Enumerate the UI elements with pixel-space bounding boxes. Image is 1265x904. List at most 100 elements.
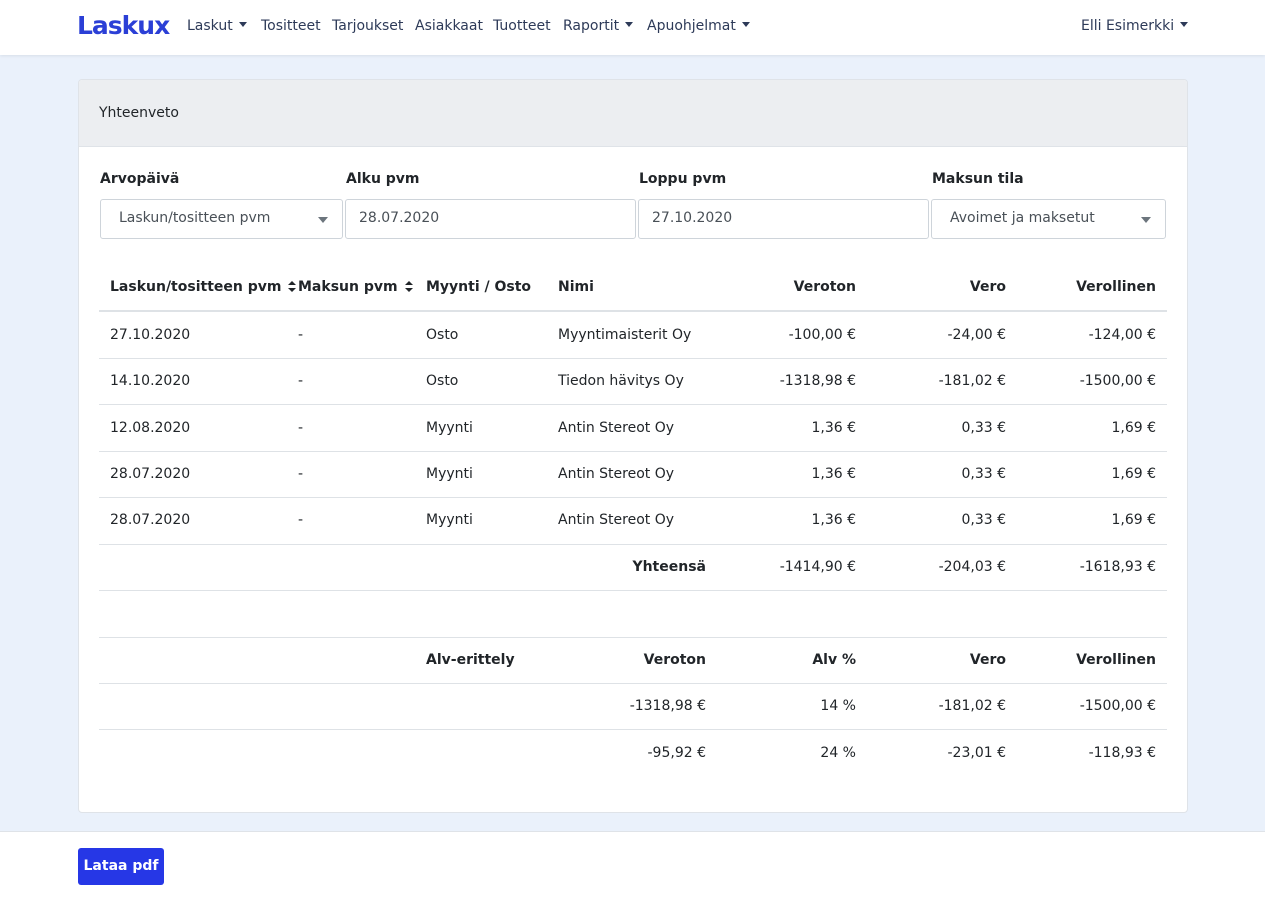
cell-paid: - [298,512,304,528]
card-title: Yhteenveto [99,105,179,121]
cell-type: Myynti [426,420,473,436]
vat-rate: 24 % [820,745,856,761]
row-divider [99,590,1167,591]
nav-tositteet[interactable]: Tositteet [261,18,321,34]
alku-date-input[interactable]: 28.07.2020 [345,199,636,239]
th-paid[interactable]: Maksun pvm [298,279,413,295]
card-header: Yhteenveto [79,80,1187,147]
nav-asiakkaat[interactable]: Asiakkaat [415,18,483,34]
summary-card: Yhteenveto Arvopäivä Laskun/tositteen pv… [78,79,1188,813]
cell-gross: 1,69 € [1111,420,1156,436]
cell-name: Myyntimaisterit Oy [558,327,692,343]
vat-th-rate: Alv % [812,652,856,668]
section-divider [99,637,1167,638]
row-divider [99,451,1167,452]
nav-laskut-label: Laskut [187,18,233,34]
row-divider [99,729,1167,730]
row-divider [99,404,1167,405]
top-navbar: Laskux Laskut Tositteet Tarjoukset Asiak… [0,0,1265,55]
cell-date: 14.10.2020 [110,373,191,389]
cell-tax: 0,33 € [961,420,1006,436]
cell-date: 28.07.2020 [110,512,191,528]
row-divider [99,544,1167,545]
user-name: Elli Esimerkki [1081,18,1175,34]
th-paid-label: Maksun pvm [298,279,398,295]
cell-date: 28.07.2020 [110,466,191,482]
cell-name: Antin Stereot Oy [558,466,675,482]
sort-icon [404,280,413,292]
laskux-logo[interactable]: Laskux [77,11,170,40]
alku-label: Alku pvm [346,171,420,187]
nav-tarjoukset[interactable]: Tarjoukset [332,18,403,34]
total-gross: -1618,93 € [1079,559,1156,575]
cell-gross: -124,00 € [1088,327,1156,343]
loppu-value: 27.10.2020 [652,210,733,226]
total-tax: -204,03 € [938,559,1006,575]
cell-gross: 1,69 € [1111,466,1156,482]
nav-raportit-label: Raportit [563,18,620,34]
vat-tax: -23,01 € [947,745,1007,761]
total-label: Yhteensä [632,559,706,575]
loppu-date-input[interactable]: 27.10.2020 [638,199,929,239]
cell-net: 1,36 € [811,420,856,436]
cell-name: Tiedon hävitys Oy [558,373,684,389]
arvopaiva-value: Laskun/tositteen pvm [119,210,271,226]
caret-down-icon [238,21,247,27]
th-date[interactable]: Laskun/tositteen pvm [110,279,297,295]
cell-net: 1,36 € [811,512,856,528]
th-gross: Verollinen [1076,279,1156,295]
th-type: Myynti / Osto [426,279,532,295]
user-menu[interactable]: Elli Esimerkki [1081,18,1189,34]
cell-tax: 0,33 € [961,466,1006,482]
arvopaiva-select[interactable]: Laskun/tositteen pvm [100,199,343,239]
vat-title: Alv-erittely [426,652,515,668]
cell-gross: 1,69 € [1111,512,1156,528]
vat-rate: 14 % [820,698,856,714]
nav-apuohjelmat-label: Apuohjelmat [647,18,736,34]
vat-th-net: Veroton [643,652,706,668]
th-tax: Vero [969,279,1006,295]
sort-icon [288,280,297,292]
cell-tax: 0,33 € [961,512,1006,528]
cell-net: -1318,98 € [779,373,856,389]
cell-type: Myynti [426,512,473,528]
maksun-tila-value: Avoimet ja maksetut [950,210,1095,226]
loppu-label: Loppu pvm [639,171,727,187]
vat-net: -1318,98 € [629,698,706,714]
nav-apuohjelmat[interactable]: Apuohjelmat [647,18,750,34]
cell-name: Antin Stereot Oy [558,512,675,528]
cell-name: Antin Stereot Oy [558,420,675,436]
caret-down-icon [625,21,634,27]
caret-down-icon [1180,21,1189,27]
maksun-tila-select[interactable]: Avoimet ja maksetut [931,199,1166,239]
caret-down-icon [741,21,750,27]
cell-type: Osto [426,327,459,343]
cell-paid: - [298,420,304,436]
maksun-tila-label: Maksun tila [932,171,1024,187]
vat-gross: -118,93 € [1088,745,1156,761]
cell-net: 1,36 € [811,466,856,482]
chevron-down-icon [1141,217,1151,223]
cell-paid: - [298,466,304,482]
total-net: -1414,90 € [779,559,856,575]
nav-tuotteet[interactable]: Tuotteet [493,18,551,34]
cell-paid: - [298,373,304,389]
vat-gross: -1500,00 € [1079,698,1156,714]
cell-tax: -181,02 € [938,373,1006,389]
nav-laskut[interactable]: Laskut [187,18,247,34]
th-date-label: Laskun/tositteen pvm [110,279,282,295]
footer-bar: Lataa pdf [0,831,1265,904]
nav-raportit[interactable]: Raportit [563,18,634,34]
th-net: Veroton [793,279,856,295]
vat-th-gross: Verollinen [1076,652,1156,668]
alku-value: 28.07.2020 [359,210,440,226]
vat-net: -95,92 € [647,745,707,761]
download-pdf-button[interactable]: Lataa pdf [78,848,164,885]
cell-type: Myynti [426,466,473,482]
row-divider [99,497,1167,498]
chevron-down-icon [318,217,328,223]
table-header-divider [99,310,1167,312]
cell-date: 12.08.2020 [110,420,191,436]
arvopaiva-label: Arvopäivä [100,171,180,187]
cell-type: Osto [426,373,459,389]
